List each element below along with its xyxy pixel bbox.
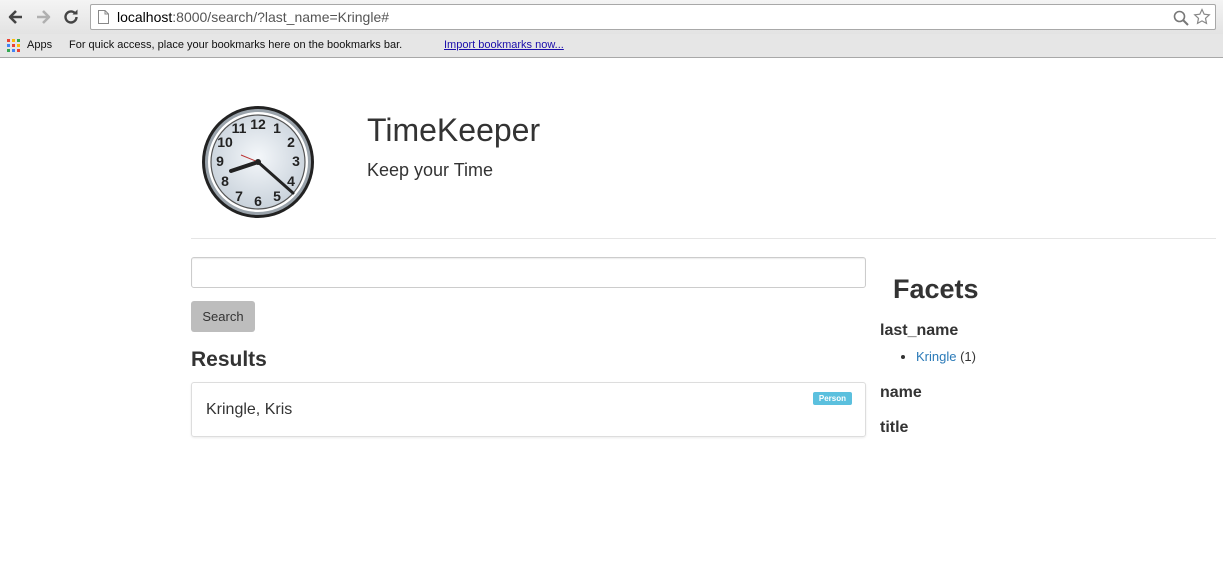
- url-path: :8000/search/?last_name=Kringle#: [172, 9, 390, 25]
- url-host: localhost: [117, 9, 173, 25]
- reload-button[interactable]: [61, 7, 81, 27]
- forward-arrow-icon: [37, 10, 51, 24]
- facet-value: Kringle (1): [901, 349, 976, 364]
- facet-link-kringle[interactable]: Kringle: [916, 349, 956, 364]
- bookmarks-hint: For quick access, place your bookmarks h…: [69, 39, 403, 51]
- address-bar[interactable]: localhost:8000/search/?last_name=Kringle…: [90, 4, 1216, 30]
- browser-toolbar: localhost:8000/search/?last_name=Kringle…: [0, 0, 1223, 34]
- svg-text:4: 4: [287, 173, 295, 189]
- header-divider: [191, 238, 1216, 239]
- page-icon: [98, 10, 109, 24]
- clock-logo-icon: 12 12 345 678 91011: [202, 106, 314, 218]
- svg-text:2: 2: [287, 134, 295, 150]
- svg-text:8: 8: [221, 173, 229, 189]
- facet-title-title: title: [880, 419, 909, 436]
- svg-text:6: 6: [254, 193, 262, 209]
- search-input[interactable]: [191, 257, 866, 288]
- forward-button[interactable]: [33, 7, 53, 27]
- svg-text:10: 10: [217, 134, 233, 150]
- svg-text:5: 5: [273, 188, 281, 204]
- back-button[interactable]: [6, 7, 26, 27]
- svg-text:3: 3: [292, 153, 300, 169]
- bookmarks-bar: Apps For quick access, place your bookma…: [0, 34, 1223, 58]
- results-heading: Results: [191, 348, 267, 371]
- svg-text:12: 12: [250, 116, 266, 132]
- svg-text:1: 1: [273, 120, 281, 136]
- svg-text:11: 11: [232, 120, 247, 136]
- svg-text:7: 7: [235, 188, 243, 204]
- site-title: TimeKeeper: [367, 112, 541, 148]
- site-subtitle: Keep your Time: [367, 160, 494, 180]
- facet-title-name: name: [880, 384, 922, 401]
- apps-grid-icon[interactable]: [7, 39, 20, 52]
- facet-count: (1): [960, 349, 976, 364]
- bookmark-star-icon[interactable]: [1193, 8, 1211, 26]
- zoom-icon[interactable]: [1173, 10, 1189, 26]
- result-item[interactable]: Kringle, Kris Person: [191, 382, 866, 437]
- result-type-badge: Person: [812, 392, 852, 405]
- facets-heading: Facets: [893, 274, 979, 304]
- facet-list-last-name: Kringle (1): [901, 349, 976, 364]
- svg-text:9: 9: [216, 153, 224, 169]
- import-bookmarks-link[interactable]: Import bookmarks now...: [444, 39, 564, 51]
- apps-link[interactable]: Apps: [27, 39, 52, 51]
- url-text: localhost:8000/search/?last_name=Kringle…: [117, 9, 389, 25]
- reload-icon: [64, 9, 78, 24]
- result-name[interactable]: Kringle, Kris: [206, 401, 292, 419]
- facet-title-last-name: last_name: [880, 322, 959, 339]
- search-button[interactable]: Search: [191, 301, 255, 332]
- back-arrow-icon: [8, 10, 22, 24]
